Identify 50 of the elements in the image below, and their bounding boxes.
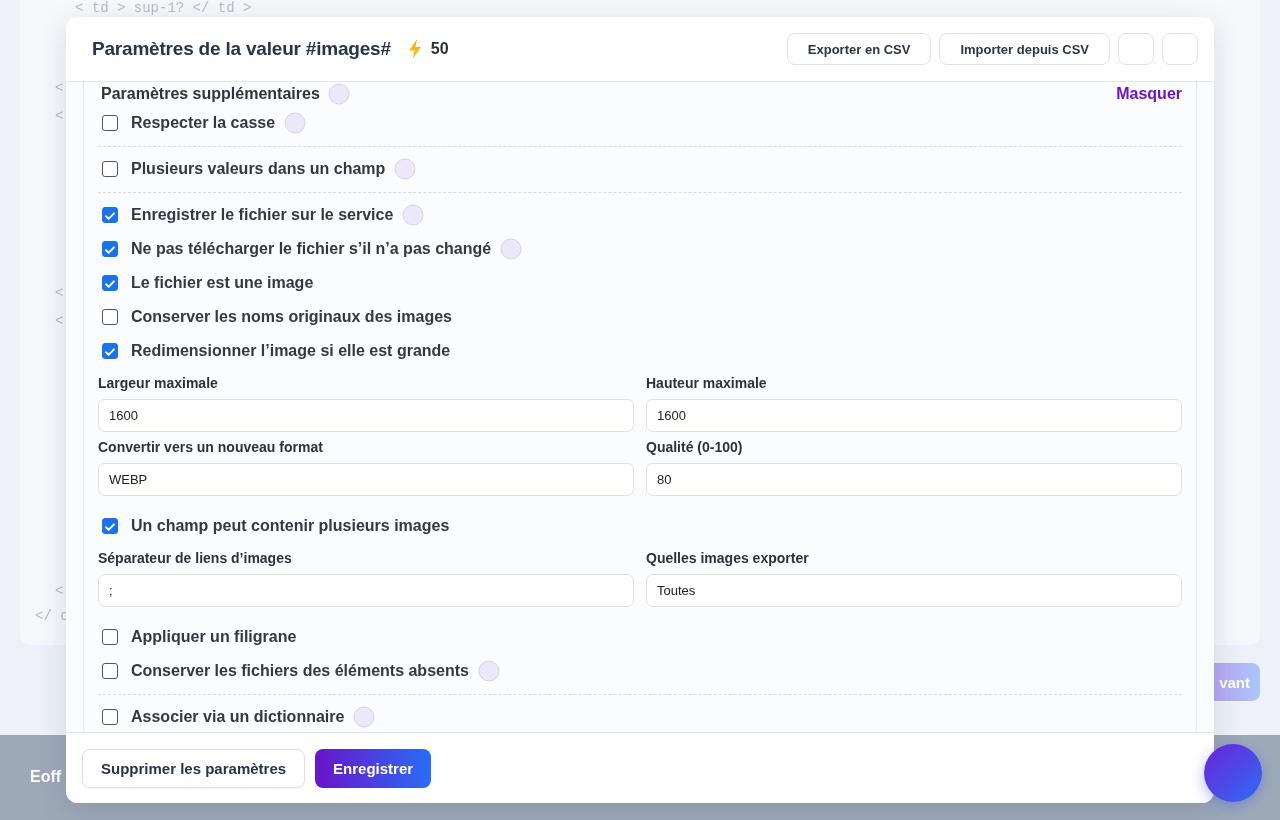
field-label: Qualité (0-100) — [646, 439, 744, 455]
checkbox-label: Conserver les fichiers des éléments absents — [131, 662, 469, 680]
checkbox-label: Associer via un dictionnaire — [131, 708, 345, 726]
section-title: Paramètres supplémentaires — [101, 85, 320, 103]
checkbox[interactable] — [102, 518, 118, 534]
save-button[interactable]: Enregistrer — [315, 748, 432, 788]
checkbox[interactable] — [102, 343, 118, 359]
header-button[interactable]: Importer depuis CSV — [939, 33, 1110, 65]
code-text: < td > sup-1? </ td > — [75, 0, 252, 16]
credits-count: 50 — [430, 40, 449, 58]
footer-text: Eoff — [30, 768, 62, 786]
checkbox-label: Un champ peut contenir plusieurs images — [131, 517, 450, 535]
hide-link[interactable]: Masquer — [1116, 85, 1182, 103]
code-text: < — [55, 285, 64, 301]
delete-button[interactable]: Supprimer les paramètres — [82, 748, 306, 788]
checkbox-label: Conserver les noms originaux des images — [131, 308, 452, 326]
checkbox[interactable] — [102, 241, 118, 257]
field-label: Hauteur maximale — [646, 375, 768, 391]
header-button[interactable]: Exporter en CSV — [786, 33, 932, 65]
input-field[interactable]: 1600 — [646, 399, 1182, 432]
input-field[interactable]: 80 — [646, 463, 1182, 496]
field-label: Quelles images exporter — [646, 550, 810, 566]
input-field[interactable]: 1600 — [98, 399, 634, 432]
checkbox[interactable] — [102, 207, 118, 223]
field-label: Largeur maximale — [98, 375, 219, 391]
checkbox-label: Enregistrer le fichier sur le service — [131, 206, 394, 224]
checkbox[interactable] — [102, 275, 118, 291]
checkbox-label: Respecter la casse — [131, 114, 276, 132]
checkbox[interactable] — [102, 115, 118, 131]
code-text: < — [55, 583, 64, 599]
checkbox[interactable] — [102, 629, 118, 645]
checkbox[interactable] — [102, 709, 118, 725]
checkbox[interactable] — [102, 309, 118, 325]
code-text: < — [55, 108, 64, 124]
code-text: < — [55, 80, 64, 96]
checkbox[interactable] — [102, 161, 118, 177]
checkbox-label: Plusieurs valeurs dans un champ — [131, 160, 386, 178]
lightning-icon — [406, 38, 423, 60]
checkbox-label: Le fichier est une image — [131, 274, 314, 292]
checkbox-label: Redimensionner l’image si elle est grande — [131, 342, 451, 360]
field-label: Convertir vers un nouveau format — [98, 439, 324, 455]
checkbox[interactable] — [102, 663, 118, 679]
checkbox-label: Ne pas télécharger le fichier s’il n’a pas changé — [131, 240, 492, 258]
code-text: < — [55, 313, 64, 329]
field-label: Séparateur de liens d’images — [98, 550, 293, 566]
input-field[interactable]: WEBP — [98, 463, 634, 496]
input-field[interactable]: ; — [98, 574, 634, 607]
input-field[interactable]: Toutes — [646, 574, 1182, 607]
dialog-title: Paramètres de la valeur #images# — [92, 38, 391, 60]
checkbox-label: Appliquer un filigrane — [131, 628, 297, 646]
